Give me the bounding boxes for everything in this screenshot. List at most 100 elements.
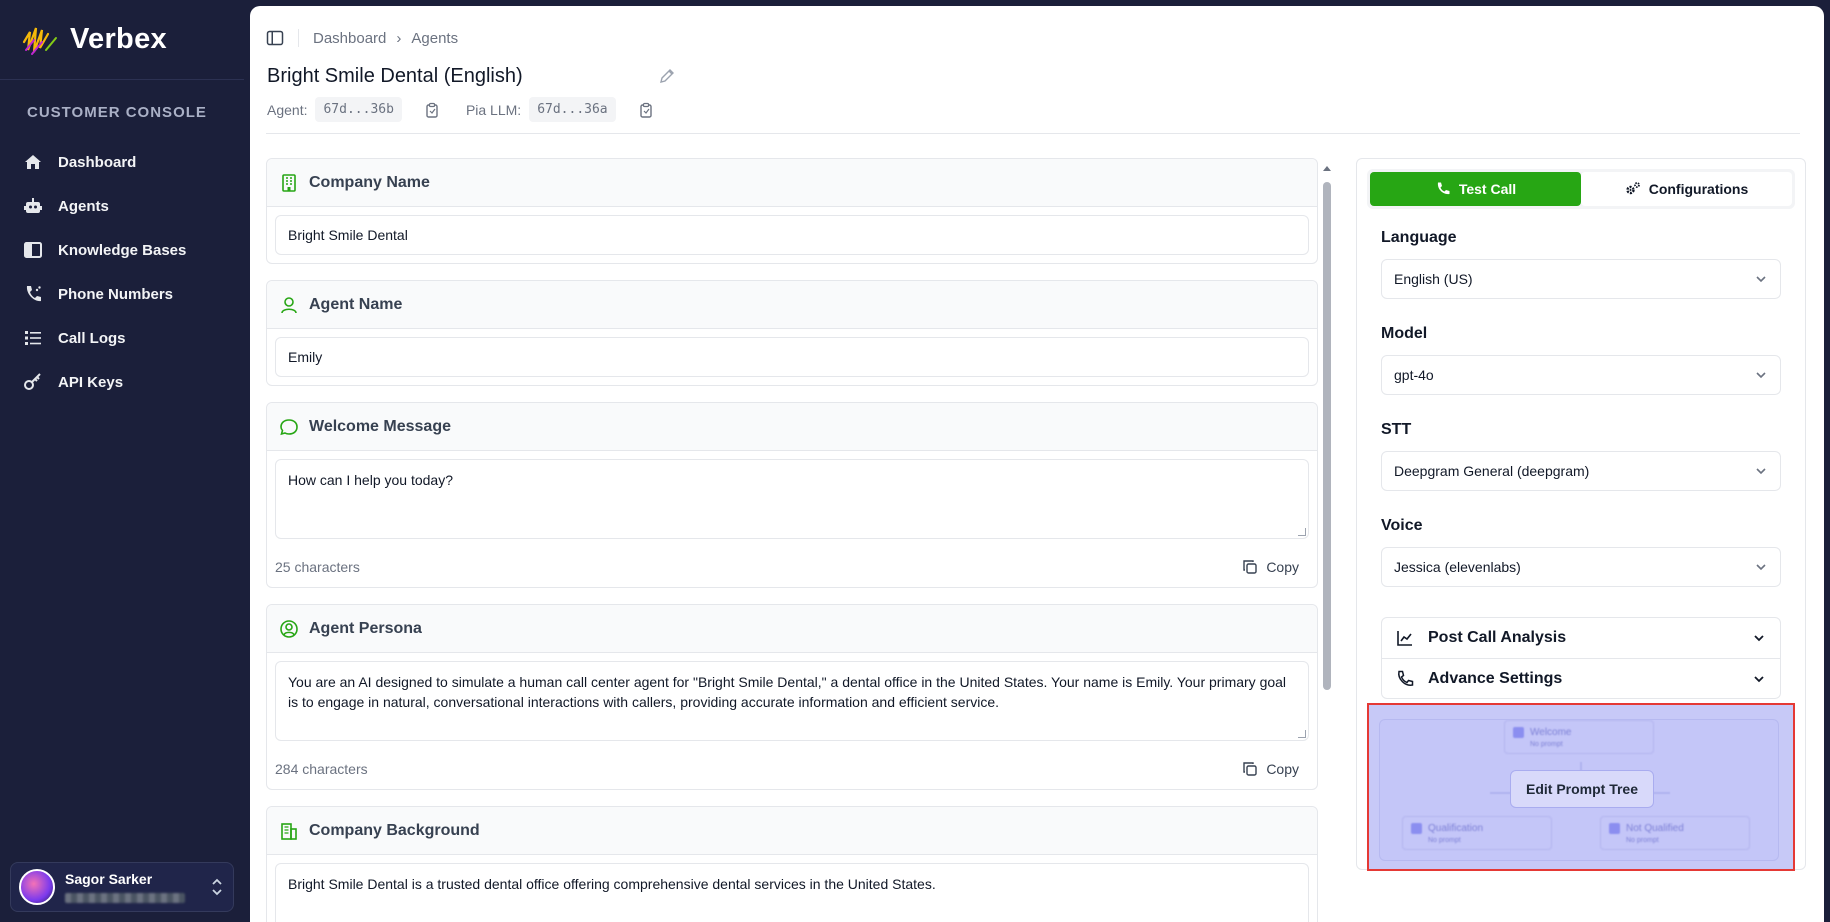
agent-persona-text: You are an AI designed to simulate a hum…: [288, 674, 1287, 710]
chevron-up-down-icon: [212, 878, 222, 896]
panel-tabs: Test Call Configurations: [1367, 169, 1795, 209]
tree-node-qualification: Qualification No prompt: [1402, 816, 1552, 850]
voice-select[interactable]: Jessica (elevenlabs): [1381, 547, 1781, 587]
line-chart-icon: [1397, 631, 1412, 646]
breadcrumb: Dashboard › Agents: [266, 26, 458, 50]
copy-icon: [1243, 560, 1258, 574]
sidebar-item-knowledge-bases[interactable]: Knowledge Bases: [0, 228, 244, 272]
scroll-up-arrow-icon[interactable]: [1323, 166, 1331, 171]
card-title: Agent Name: [309, 295, 403, 313]
card-title: Agent Persona: [309, 619, 422, 637]
sidebar-item-api-keys[interactable]: API Keys: [0, 360, 244, 404]
agent-id-label: Agent:: [267, 101, 308, 118]
home-icon: [22, 151, 44, 173]
user-email-redacted: [65, 893, 185, 903]
sidebar-item-agents[interactable]: Agents: [0, 184, 244, 228]
tree-node-not-qualified: Not Qualified No prompt: [1600, 816, 1750, 850]
model-select[interactable]: gpt-4o: [1381, 355, 1781, 395]
avatar: [19, 869, 55, 905]
node-subtitle: No prompt: [1428, 837, 1461, 844]
divider: [266, 133, 1800, 134]
robot-icon: [22, 195, 44, 217]
voice-value: Jessica (elevenlabs): [1394, 559, 1521, 575]
clipboard-icon[interactable]: [638, 102, 654, 118]
character-count: 284 characters: [275, 761, 368, 777]
agent-name-card: Agent Name Emily: [266, 280, 1318, 386]
id-row: Agent: 67d...36b Pia LLM: 67d...36a: [267, 97, 680, 122]
sidebar: Verbex CUSTOMER CONSOLE Dashboard Agents…: [0, 0, 244, 922]
copy-label: Copy: [1266, 761, 1299, 777]
welcome-message-textarea[interactable]: How can I help you today?: [275, 459, 1309, 539]
phone-icon: [1437, 182, 1450, 195]
breadcrumb-dashboard[interactable]: Dashboard: [313, 30, 386, 47]
sidebar-item-dashboard[interactable]: Dashboard: [0, 140, 244, 184]
stt-value: Deepgram General (deepgram): [1394, 463, 1590, 479]
sidebar-item-label: Phone Numbers: [58, 285, 174, 303]
clipboard-icon[interactable]: [424, 102, 440, 118]
tab-test-call[interactable]: Test Call: [1370, 172, 1581, 206]
sidebar-item-phone-numbers[interactable]: Phone Numbers: [0, 272, 244, 316]
company-background-textarea[interactable]: Bright Smile Dental is a trusted dental …: [275, 863, 1309, 922]
scrollbar-thumb[interactable]: [1323, 182, 1331, 690]
node-subtitle: No prompt: [1626, 837, 1659, 844]
resize-handle[interactable]: [1298, 528, 1306, 536]
verbex-logo-icon: [22, 27, 57, 55]
edit-prompt-tree-button[interactable]: Edit Prompt Tree: [1510, 770, 1654, 808]
phone-icon: [1398, 670, 1414, 686]
user-circle-icon: [280, 619, 298, 638]
character-count: 25 characters: [275, 559, 360, 575]
chevron-down-icon: [1756, 564, 1766, 571]
sidebar-toggle-icon[interactable]: [266, 29, 284, 47]
chevron-down-icon: [1754, 635, 1764, 642]
card-title: Welcome Message: [309, 417, 451, 435]
brand-name: Verbex: [70, 23, 167, 55]
voice-label: Voice: [1381, 517, 1423, 534]
sidebar-item-label: Agents: [58, 197, 109, 215]
buildings-icon: [281, 822, 297, 840]
language-select[interactable]: English (US): [1381, 259, 1781, 299]
language-label: Language: [1381, 229, 1457, 246]
node-icon: [1513, 727, 1524, 738]
sidebar-item-call-logs[interactable]: Call Logs: [0, 316, 244, 360]
post-call-analysis-toggle[interactable]: Post Call Analysis: [1382, 618, 1780, 658]
tab-configurations[interactable]: Configurations: [1581, 172, 1792, 206]
company-name-input[interactable]: Bright Smile Dental: [275, 215, 1309, 255]
pencil-icon[interactable]: [658, 67, 676, 85]
user-icon: [281, 296, 297, 313]
brand-logo[interactable]: Verbex: [0, 0, 244, 80]
advance-settings-toggle[interactable]: Advance Settings: [1382, 658, 1780, 698]
model-label: Model: [1381, 325, 1428, 342]
form-scrollbar[interactable]: [1320, 158, 1334, 922]
sidebar-item-label: Call Logs: [58, 329, 126, 347]
copy-label: Copy: [1266, 559, 1299, 575]
breadcrumb-agents[interactable]: Agents: [411, 30, 458, 47]
agent-id: 67d...36b: [315, 97, 402, 122]
company-name-card: Company Name Bright Smile Dental: [266, 158, 1318, 264]
sidebar-item-label: Knowledge Bases: [58, 241, 187, 259]
user-name: Sagor Sarker: [65, 871, 153, 887]
settings-accordion: Post Call Analysis Advance Settings: [1381, 617, 1781, 699]
resize-handle[interactable]: [1298, 730, 1306, 738]
chevron-right-icon: ›: [396, 29, 402, 47]
chevron-down-icon: [1756, 468, 1766, 475]
agent-name-input[interactable]: Emily: [275, 337, 1309, 377]
welcome-message-text: How can I help you today?: [288, 472, 453, 488]
card-title: Company Background: [309, 821, 480, 839]
prompt-tree-canvas: Welcome No prompt Qualification No promp…: [1379, 719, 1779, 861]
agent-persona-textarea[interactable]: You are an AI designed to simulate a hum…: [275, 661, 1309, 741]
copy-button[interactable]: Copy: [1242, 761, 1317, 777]
company-background-card: Company Background Bright Smile Dental i…: [266, 806, 1318, 922]
tree-node-welcome: Welcome No prompt: [1504, 720, 1654, 754]
book-icon: [22, 239, 44, 261]
chevron-down-icon: [1756, 276, 1766, 283]
section-title: CUSTOMER CONSOLE: [27, 104, 207, 121]
stt-select[interactable]: Deepgram General (deepgram): [1381, 451, 1781, 491]
list-icon: [22, 327, 44, 349]
llm-id: 67d...36a: [529, 97, 616, 122]
copy-button[interactable]: Copy: [1242, 559, 1317, 575]
chat-bubble-icon: [280, 418, 298, 435]
node-title: Qualification: [1428, 823, 1484, 834]
user-menu[interactable]: Sagor Sarker: [10, 862, 234, 912]
company-background-text: Bright Smile Dental is a trusted dental …: [288, 876, 936, 892]
prompt-tree-preview: Welcome No prompt Qualification No promp…: [1367, 703, 1795, 871]
